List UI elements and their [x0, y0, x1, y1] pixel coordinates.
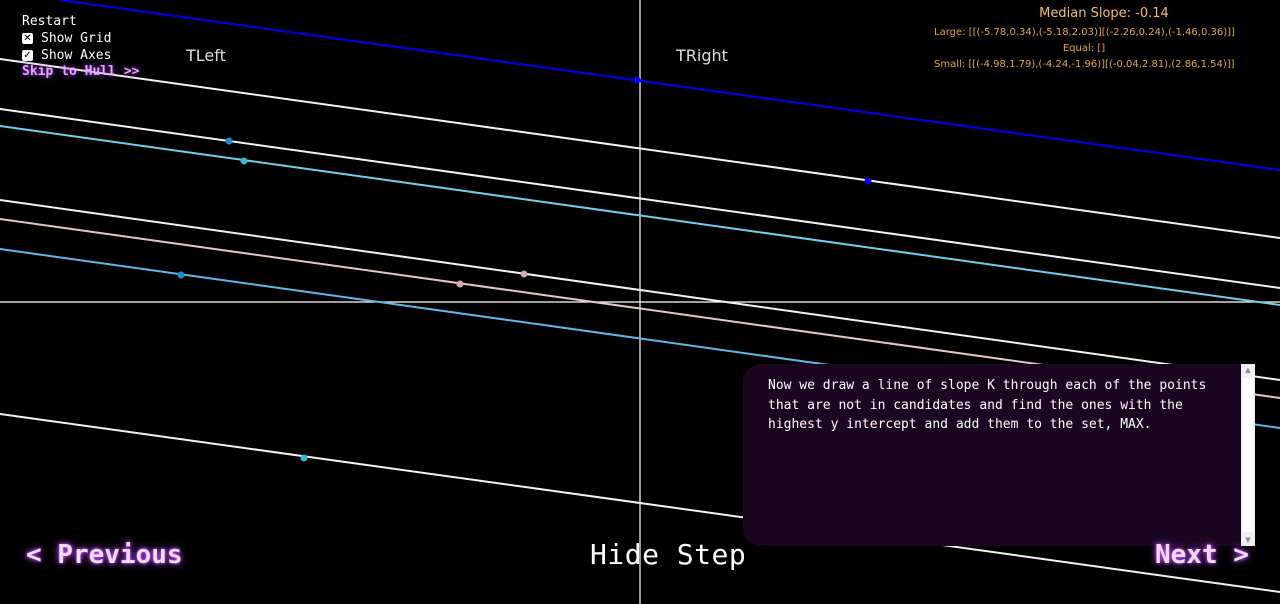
point — [520, 270, 528, 278]
point — [177, 271, 185, 279]
point — [864, 177, 872, 185]
median-slope: Median Slope: -0.14 — [1039, 6, 1169, 21]
step-description: Now we draw a line of slope K through ea… — [768, 378, 1207, 432]
point — [225, 137, 233, 145]
large-set: Large: [[(-5.78,0.34),(-5.18,2.03)][(-2.… — [934, 27, 1235, 38]
show-axes-checkbox-icon[interactable]: ✓ — [22, 50, 33, 61]
quadrant-label-tright: TRight — [676, 46, 728, 65]
show-grid-toggle[interactable]: ✕ Show Grid — [22, 30, 139, 47]
step-description-panel: Now we draw a line of slope K through ea… — [743, 364, 1255, 546]
previous-button[interactable]: < Previous — [26, 540, 183, 570]
hide-step-button[interactable]: Hide Step — [590, 538, 746, 571]
next-button[interactable]: Next > — [1155, 540, 1249, 570]
point — [633, 76, 641, 84]
small-set: Small: [[(-4.98,1.79),(-4.24,-1.96)][(-0… — [934, 59, 1235, 70]
control-menu: Restart ✕ Show Grid ✓ Show Axes Skip to … — [22, 13, 139, 80]
point — [300, 454, 308, 462]
scrollbar[interactable]: ▲ ▼ — [1241, 364, 1255, 546]
point — [240, 157, 248, 165]
scroll-thumb[interactable] — [1243, 378, 1253, 532]
info-panel: Median Slope: -0.14 Large: [[(-5.78,0.34… — [934, 6, 1235, 72]
show-axes-toggle[interactable]: ✓ Show Axes — [22, 47, 139, 64]
equal-set: Equal: [] — [1062, 43, 1106, 54]
scroll-up-icon[interactable]: ▲ — [1241, 364, 1255, 376]
skip-to-hull-button[interactable]: Skip to Hull >> — [22, 63, 139, 80]
show-grid-checkbox-icon[interactable]: ✕ — [22, 33, 33, 44]
restart-button[interactable]: Restart — [22, 13, 139, 30]
point — [456, 280, 464, 288]
quadrant-label-tleft: TLeft — [186, 46, 226, 65]
